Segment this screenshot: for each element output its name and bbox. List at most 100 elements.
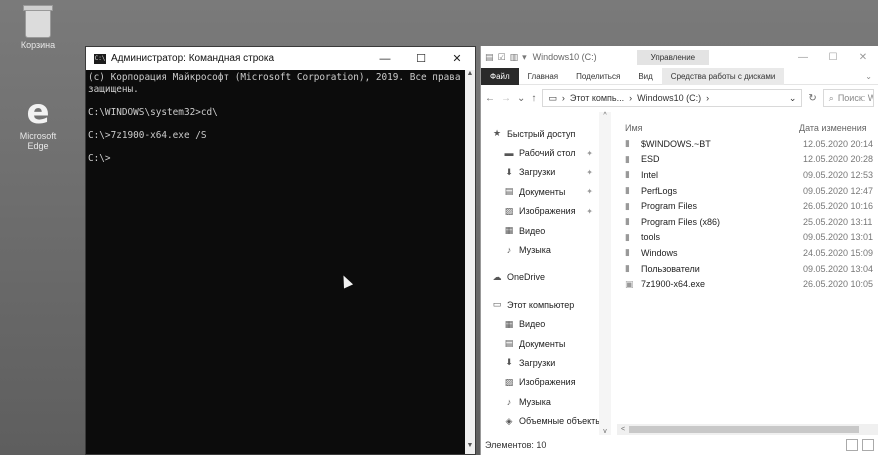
- properties-icon[interactable]: ☑: [498, 52, 506, 63]
- recent-chevron-icon[interactable]: ⌄: [517, 93, 525, 104]
- explorer-close-button[interactable]: ✕: [848, 52, 878, 63]
- video-icon: ▦: [504, 318, 514, 329]
- desktop-icon-label: Корзина: [20, 40, 56, 50]
- navigation-pane[interactable]: ★ Быстрый доступ ▬ Рабочий стол ✦ ⬇ Загрузки ✦ ▤…: [481, 112, 611, 435]
- nav-item[interactable]: ♪ Музыка: [481, 240, 611, 259]
- file-row[interactable]: ▮ Program Files (x86) 25.05.2020 13:11: [617, 214, 878, 230]
- explorer-minimize-button[interactable]: —: [788, 52, 818, 63]
- explorer-maximize-button[interactable]: ☐: [818, 52, 848, 63]
- nav-item[interactable]: ▤ Документы: [481, 334, 611, 353]
- scrollbar-thumb[interactable]: [629, 426, 859, 433]
- nav-item-label: Загрузки: [519, 167, 556, 178]
- explorer-titlebar[interactable]: ▤ ☑ ▥ ▾ Windows10 (C:) Управление — ☐ ✕: [481, 46, 878, 68]
- file-date: 25.05.2020 13:11: [803, 216, 873, 227]
- file-rows: ▮ $WINDOWS.~BT 12.05.2020 20:14 ▮ ESD 12.05.2…: [617, 136, 878, 292]
- explorer-window[interactable]: ▤ ☑ ▥ ▾ Windows10 (C:) Управление — ☐ ✕ …: [480, 46, 878, 455]
- nav-item[interactable]: ▦ Видео: [481, 315, 611, 334]
- navigation-pane-scrollbar[interactable]: ^ v: [599, 112, 611, 435]
- file-name: ESD: [641, 154, 660, 165]
- nav-item[interactable]: ▨ Изображения ✦: [481, 202, 611, 221]
- refresh-icon[interactable]: ↻: [808, 93, 816, 104]
- nav-item-label: Этот компьютер: [507, 299, 575, 310]
- column-header-date[interactable]: Дата изменения: [799, 123, 867, 133]
- folder-app-icon: ▤: [485, 51, 494, 62]
- file-row[interactable]: ▣ 7z1900-x64.exe 26.05.2020 10:05: [617, 276, 878, 292]
- cmd-console-output[interactable]: (c) Корпорация Майкрософт (Microsoft Cor…: [86, 70, 465, 454]
- file-list-horizontal-scrollbar[interactable]: <: [617, 424, 878, 435]
- nav-item[interactable]: ♪ Музыка: [481, 392, 611, 411]
- file-row[interactable]: ▮ Program Files 26.05.2020 10:16: [617, 198, 878, 214]
- forward-arrow-icon[interactable]: →: [501, 93, 511, 104]
- column-header-name[interactable]: Имя: [617, 123, 799, 133]
- cmd-close-button[interactable]: ✕: [439, 47, 475, 70]
- cmd-maximize-button[interactable]: ☐: [403, 47, 439, 70]
- ribbon-expand-chevron-icon[interactable]: ⌄: [865, 72, 878, 81]
- file-row[interactable]: ▮ ESD 12.05.2020 20:28: [617, 152, 878, 168]
- file-date: 09.05.2020 12:47: [803, 185, 874, 196]
- tab-view[interactable]: Вид: [629, 68, 661, 85]
- pin-icon[interactable]: ✦: [586, 207, 593, 216]
- nav-item[interactable]: ⬇ Загрузки ✦: [481, 163, 611, 182]
- 3d-objects-icon: ◈: [505, 415, 513, 426]
- breadcrumb-this-pc[interactable]: Этот компь...: [570, 93, 624, 103]
- nav-item-label: Документы: [519, 338, 566, 349]
- file-row[interactable]: ▮ Intel 09.05.2020 12:53: [617, 167, 878, 183]
- file-date: 12.05.2020 20:14: [803, 138, 874, 149]
- file-list[interactable]: Имя Дата изменения ▮ $WINDOWS.~BT 12.05.20…: [617, 112, 878, 435]
- cmd-minimize-button[interactable]: —: [367, 47, 403, 70]
- tab-share[interactable]: Поделиться: [567, 68, 629, 85]
- computer-icon: ▭: [492, 299, 502, 310]
- file-row[interactable]: ▮ Пользователи 09.05.2020 13:04: [617, 261, 878, 277]
- nav-item[interactable]: ⬇ Загрузки: [481, 353, 611, 372]
- cmd-titlebar[interactable]: C:\ Администратор: Командная строка — ☐ …: [86, 47, 475, 70]
- nav-item[interactable]: ▦ Видео: [481, 221, 611, 240]
- address-bar[interactable]: ▭ › Этот компь... › Windows10 (C:) › ⌄: [542, 89, 803, 107]
- nav-item-label: Изображения: [519, 206, 576, 217]
- file-row[interactable]: ▮ $WINDOWS.~BT 12.05.2020 20:14: [617, 136, 878, 152]
- document-icon: ▤: [504, 338, 514, 349]
- scroll-up-arrow-icon[interactable]: ▲: [465, 70, 475, 82]
- file-row[interactable]: ▮ PerfLogs 09.05.2020 12:47: [617, 183, 878, 199]
- context-tab-manage[interactable]: Управление: [636, 49, 710, 65]
- new-folder-icon[interactable]: ▥: [510, 52, 519, 63]
- nav-item-label: Музыка: [519, 245, 551, 256]
- desktop-icon-recycle-bin[interactable]: Корзина: [8, 5, 68, 50]
- search-box[interactable]: ⌕ Поиск: Wi...: [822, 89, 874, 107]
- file-row[interactable]: ▮ tools 09.05.2020 13:01: [617, 230, 878, 246]
- nav-item[interactable]: ▬ Рабочий стол ✦: [481, 143, 611, 162]
- large-icons-view-icon[interactable]: [862, 439, 874, 451]
- tab-file[interactable]: Файл: [481, 67, 519, 85]
- nav-item[interactable]: ▭ Этот компьютер: [481, 295, 611, 314]
- chevron-down-icon[interactable]: ▾: [522, 52, 527, 63]
- details-view-icon[interactable]: [846, 439, 858, 451]
- address-dropdown-chevron-icon[interactable]: ⌄: [789, 93, 797, 104]
- file-name: tools: [641, 232, 661, 243]
- file-row[interactable]: ▮ Windows 24.05.2020 15:09: [617, 245, 878, 261]
- scroll-up-arrow-icon[interactable]: ^: [599, 112, 611, 119]
- nav-item[interactable]: ★ Быстрый доступ: [481, 124, 611, 143]
- pin-icon[interactable]: ✦: [586, 149, 593, 158]
- nav-item[interactable]: ◈ Объемные объекты: [481, 411, 611, 430]
- video-icon: ▦: [504, 225, 514, 236]
- folder-icon: ▮: [625, 216, 630, 227]
- cmd-window[interactable]: C:\ Администратор: Командная строка — ☐ …: [85, 46, 476, 455]
- scroll-down-arrow-icon[interactable]: v: [599, 428, 611, 435]
- tab-drive-tools[interactable]: Средства работы с дисками: [661, 67, 785, 85]
- back-arrow-icon[interactable]: ←: [485, 93, 495, 104]
- desktop-icon-edge[interactable]: e Microsoft Edge: [8, 95, 68, 151]
- folder-icon: ▮: [625, 169, 630, 180]
- nav-item-label: Быстрый доступ: [507, 128, 576, 139]
- pin-icon[interactable]: ✦: [586, 168, 593, 177]
- nav-item[interactable]: ▨ Изображения: [481, 373, 611, 392]
- scroll-down-arrow-icon[interactable]: ▼: [465, 442, 475, 454]
- document-icon: ▤: [504, 186, 514, 197]
- file-date: 24.05.2020 15:09: [803, 247, 874, 258]
- up-arrow-icon[interactable]: ↑: [531, 93, 536, 104]
- cmd-scrollbar[interactable]: ▲ ▼: [465, 70, 475, 454]
- tab-home[interactable]: Главная: [519, 68, 567, 85]
- nav-item[interactable]: ☁ OneDrive: [481, 268, 611, 287]
- pin-icon[interactable]: ✦: [586, 187, 593, 196]
- scroll-left-arrow-icon[interactable]: <: [617, 426, 629, 433]
- nav-item[interactable]: ▤ Документы ✦: [481, 182, 611, 201]
- breadcrumb-drive[interactable]: Windows10 (C:): [637, 93, 701, 103]
